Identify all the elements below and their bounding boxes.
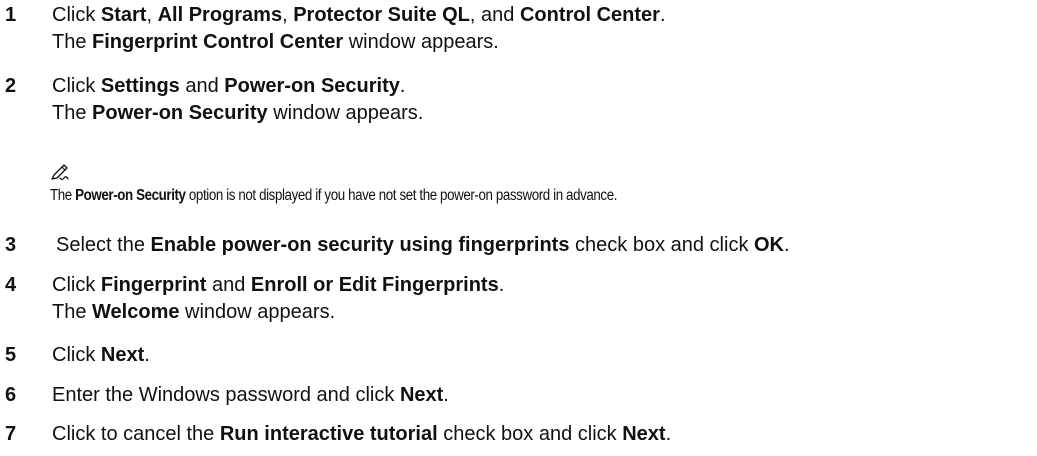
- text-run: .: [443, 384, 449, 406]
- text-run: .: [665, 423, 672, 445]
- text-run: .: [144, 344, 150, 366]
- text-run: The: [52, 301, 93, 323]
- next-button-name: Next: [622, 423, 666, 445]
- step-text: Click to cancel the Run interactive tuto…: [52, 421, 671, 448]
- menu-item-all-programs: All Programs: [157, 4, 283, 26]
- step-text: Click Fingerprint and Enroll or Edit Fin…: [52, 272, 504, 326]
- note-text: The Power-on Security option is not disp…: [50, 186, 617, 206]
- step-text: Click Start, All Programs, Protector Sui…: [52, 2, 666, 56]
- menu-item-control-center: Control Center: [519, 4, 660, 26]
- text-run: window appears.: [343, 31, 499, 53]
- step-line: The Welcome window appears.: [52, 299, 504, 326]
- text-run: .: [498, 274, 505, 296]
- menu-item-power-on-security: Power-on Security: [224, 75, 400, 97]
- text-run: and: [206, 274, 251, 296]
- step-number: 5: [5, 344, 17, 366]
- text-run: check box and click: [437, 423, 623, 445]
- step-text: Select the Enable power-on security usin…: [56, 232, 790, 259]
- text-run: The: [52, 102, 93, 124]
- menu-item-fingerprint: Fingerprint: [100, 274, 207, 296]
- step-number: 4: [5, 274, 17, 296]
- next-button-name: Next: [399, 384, 444, 406]
- checkbox-name: Run interactive tutorial: [219, 423, 438, 445]
- option-name: Power-on Security: [75, 187, 186, 204]
- step-text: Click Next.: [52, 342, 150, 369]
- step-line: Click Next.: [52, 342, 150, 369]
- text-run: Click: [52, 344, 101, 366]
- menu-item-enroll-edit: Enroll or Edit Fingerprints: [250, 274, 499, 296]
- step-line: Click to cancel the Run interactive tuto…: [52, 421, 671, 448]
- step-number: 2: [5, 75, 17, 97]
- menu-item-start: Start: [100, 4, 147, 26]
- text-run: The: [50, 187, 76, 204]
- text-run: Click: [52, 4, 101, 26]
- step-text: Click Settings and Power-on Security. Th…: [52, 73, 423, 127]
- text-run: .: [784, 234, 790, 256]
- step-line: Click Fingerprint and Enroll or Edit Fin…: [52, 272, 504, 299]
- text-run: ,: [146, 4, 158, 26]
- ok-button-name: OK: [754, 234, 784, 256]
- text-run: .: [659, 4, 666, 26]
- text-run: .: [399, 75, 406, 97]
- step-line: Enter the Windows password and click Nex…: [52, 382, 449, 409]
- window-name: Welcome: [92, 301, 180, 323]
- text-run: Click: [52, 75, 101, 97]
- step-number: 6: [5, 384, 17, 406]
- step-line: Click Start, All Programs, Protector Sui…: [52, 2, 666, 29]
- window-name: Fingerprint Control Center: [92, 31, 344, 53]
- text-run: window appears.: [267, 102, 424, 124]
- step-text: Enter the Windows password and click Nex…: [52, 382, 449, 409]
- text-run: check box and click: [569, 234, 754, 256]
- text-run: Enter the Windows password and click: [52, 384, 400, 406]
- step-line: The Fingerprint Control Center window ap…: [52, 29, 666, 56]
- step-line: The Power-on Security window appears.: [52, 100, 423, 127]
- text-run: option is not displayed if you have not …: [185, 187, 618, 204]
- pencil-note-icon: [51, 164, 69, 181]
- text-run: and: [179, 75, 225, 97]
- next-button-name: Next: [100, 344, 145, 366]
- step-number: 3: [5, 234, 17, 256]
- step-line: Click Settings and Power-on Security.: [52, 73, 423, 100]
- menu-item-protector-suite: Protector Suite QL: [293, 4, 470, 26]
- text-run: Click to cancel the: [52, 423, 220, 445]
- text-run: Select the: [56, 234, 151, 256]
- window-name: Power-on Security: [92, 102, 268, 124]
- instructions-document: 1 Click Start, All Programs, Protector S…: [0, 0, 1037, 456]
- menu-item-settings: Settings: [100, 75, 180, 97]
- step-line: Select the Enable power-on security usin…: [56, 232, 790, 259]
- text-run: The: [52, 31, 93, 53]
- step-number: 1: [5, 4, 17, 26]
- text-run: , and: [469, 4, 520, 26]
- text-run: ,: [282, 4, 294, 26]
- checkbox-name: Enable power-on security using fingerpri…: [150, 234, 570, 256]
- step-number: 7: [5, 423, 17, 445]
- text-run: Click: [52, 274, 101, 296]
- text-run: window appears.: [179, 301, 336, 323]
